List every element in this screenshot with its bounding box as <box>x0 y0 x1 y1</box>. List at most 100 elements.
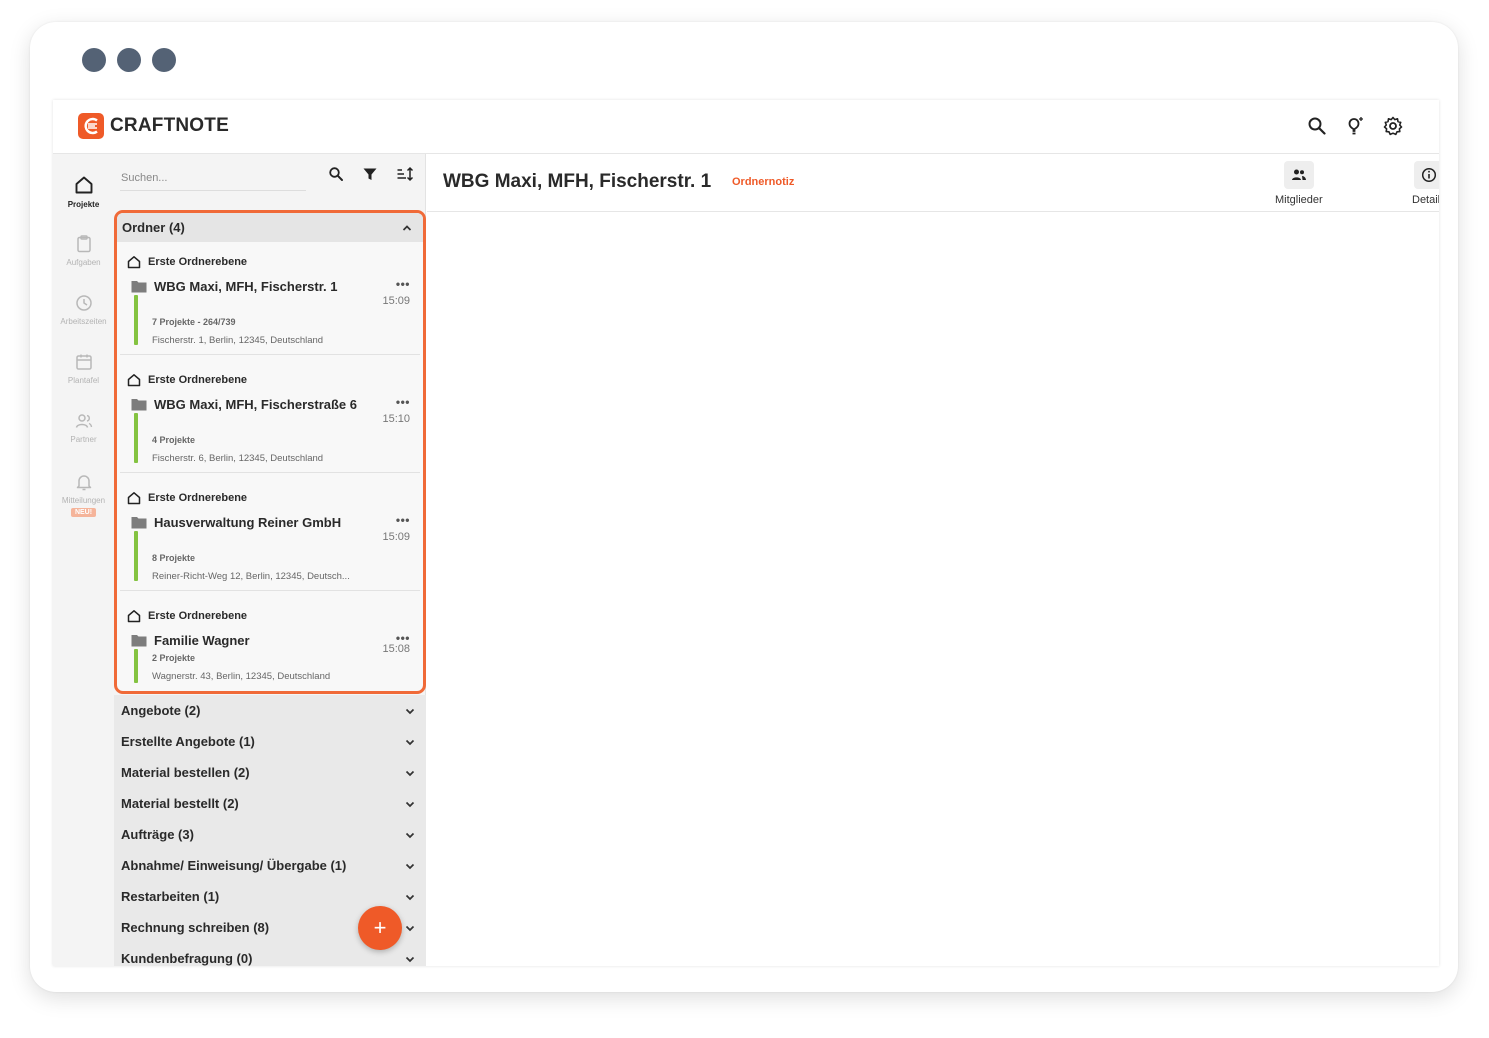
nav-arbeitszeiten[interactable]: Arbeitszeiten <box>53 293 114 326</box>
nav-aufgaben[interactable]: Aufgaben <box>53 234 114 267</box>
group-header[interactable]: Angebote (2) <box>114 695 426 726</box>
folder-name-row: Familie Wagner <box>131 633 250 648</box>
folder-name: Hausverwaltung Reiner GmbH <box>154 515 342 530</box>
add-button[interactable]: + <box>358 906 402 950</box>
members-button[interactable]: Mitglieder <box>1275 161 1323 206</box>
members-icon <box>1291 169 1306 180</box>
details-label: Details <box>1412 194 1439 206</box>
window-dot-maximize[interactable] <box>152 48 176 72</box>
chevron-down-icon <box>405 894 415 900</box>
browser-frame: CRAFTNOTE Projekte Aufgaben Arbeitszeite… <box>30 22 1458 992</box>
chevron-down-icon <box>405 863 415 869</box>
nav-label: Mitteilungen <box>61 496 106 505</box>
folder-level-label: Erste Ordnerebene <box>148 256 248 268</box>
filter-icon[interactable] <box>362 166 378 182</box>
folder-icon <box>131 635 147 647</box>
folder-note-link[interactable]: Ordnernotiz <box>732 176 794 188</box>
clipboard-icon <box>76 235 91 253</box>
more-options-icon[interactable]: ••• <box>396 277 410 291</box>
group-title: Restarbeiten (1) <box>121 889 220 904</box>
gear-icon[interactable] <box>1381 114 1405 138</box>
status-bar <box>134 413 138 463</box>
home-icon <box>127 374 141 387</box>
folder-card[interactable]: Erste Ordnerebene Hausverwaltung Reiner … <box>120 481 420 591</box>
lightbulb-icon[interactable] <box>1343 114 1367 138</box>
more-options-icon[interactable]: ••• <box>396 513 410 527</box>
folder-name: WBG Maxi, MFH, Fischerstr. 1 <box>154 279 338 294</box>
folder-level: Erste Ordnerebene <box>127 491 247 505</box>
folder-address: Reiner-Richt-Weg 12, Berlin, 12345, Deut… <box>152 571 350 582</box>
nav-partner[interactable]: Partner <box>53 411 114 444</box>
chevron-down-icon <box>405 956 415 962</box>
group-title: Kundenbefragung (0) <box>121 951 253 966</box>
new-badge: NEU! <box>70 508 97 517</box>
group-title: Material bestellt (2) <box>121 796 239 811</box>
folder-icon <box>131 517 147 529</box>
folder-name-row: WBG Maxi, MFH, Fischerstr. 1 <box>131 279 338 294</box>
chevron-down-icon <box>405 708 415 714</box>
group-title: Angebote (2) <box>121 703 201 718</box>
folder-address: Fischerstr. 6, Berlin, 12345, Deutschlan… <box>152 453 324 464</box>
app-logo[interactable]: CRAFTNOTE <box>78 113 229 139</box>
main-header: WBG Maxi, MFH, Fischerstr. 1 Ordnernotiz… <box>427 154 1439 212</box>
bell-icon <box>76 475 91 491</box>
folder-card[interactable]: Erste Ordnerebene Familie Wagner ••• 15:… <box>120 599 420 691</box>
folder-group-ordner: Ordner (4) Erste Ordnerebene WBG Maxi, M… <box>114 210 426 694</box>
nav-label: Arbeitszeiten <box>60 317 107 326</box>
window-dot-minimize[interactable] <box>117 48 141 72</box>
folder-level: Erste Ordnerebene <box>127 373 247 387</box>
group-header-ordner[interactable]: Ordner (4) <box>117 213 423 242</box>
folder-name-row: Hausverwaltung Reiner GmbH <box>131 515 341 530</box>
folder-card[interactable]: Erste Ordnerebene WBG Maxi, MFH, Fischer… <box>120 245 420 355</box>
home-icon <box>75 176 92 194</box>
search-bar: Suchen... <box>114 154 426 208</box>
group-header[interactable]: Erstellte Angebote (1) <box>114 726 426 757</box>
status-bar <box>134 649 138 683</box>
details-button[interactable]: Details <box>1412 161 1439 206</box>
window-controls <box>82 48 176 72</box>
more-options-icon[interactable]: ••• <box>396 395 410 409</box>
chevron-down-icon <box>405 739 415 745</box>
members-icon-box <box>1283 161 1314 189</box>
folder-name-row: WBG Maxi, MFH, Fischerstraße 6 <box>131 397 357 412</box>
home-icon <box>127 256 141 269</box>
folder-project-count: 2 Projekte <box>152 653 196 663</box>
folder-time: 15:08 <box>382 643 410 655</box>
search-icon[interactable] <box>1305 114 1329 138</box>
folder-name: WBG Maxi, MFH, Fischerstraße 6 <box>154 397 357 412</box>
folder-level-label: Erste Ordnerebene <box>148 610 248 622</box>
sort-icon[interactable] <box>396 166 414 182</box>
nav-label: Partner <box>70 435 97 444</box>
folder-card[interactable]: Erste Ordnerebene WBG Maxi, MFH, Fischer… <box>120 363 420 473</box>
folder-time: 15:10 <box>382 413 410 425</box>
group-header[interactable]: Material bestellen (2) <box>114 757 426 788</box>
top-bar: CRAFTNOTE <box>53 100 1439 154</box>
nav-label: Plantafel <box>67 376 100 385</box>
calendar-icon <box>75 354 92 370</box>
chevron-down-icon <box>405 801 415 807</box>
nav-label: Aufgaben <box>66 258 101 267</box>
window-dot-close[interactable] <box>82 48 106 72</box>
search-icon[interactable] <box>328 166 344 182</box>
chevron-down-icon <box>405 770 415 776</box>
group-header[interactable]: Aufträge (3) <box>114 819 426 850</box>
folder-project-count: 8 Projekte <box>152 553 196 563</box>
folder-time: 15:09 <box>382 531 410 543</box>
main-content: WBG Maxi, MFH, Fischerstr. 1 Ordnernotiz… <box>427 154 1439 966</box>
home-icon <box>127 610 141 623</box>
group-header[interactable]: Abnahme/ Einweisung/ Übergabe (1) <box>114 850 426 881</box>
nav-rail: Projekte Aufgaben Arbeitszeiten Plantafe… <box>53 154 114 966</box>
nav-projekte[interactable]: Projekte <box>53 174 114 209</box>
nav-mitteilungen[interactable]: Mitteilungen NEU! <box>53 472 114 517</box>
folder-icon <box>131 281 147 293</box>
chevron-down-icon <box>405 925 415 931</box>
nav-plantafel[interactable]: Plantafel <box>53 352 114 385</box>
folder-project-count: 7 Projekte - 264/739 <box>152 317 236 327</box>
folder-icon <box>131 399 147 411</box>
people-icon <box>75 414 92 428</box>
app-screen: CRAFTNOTE Projekte Aufgaben Arbeitszeite… <box>53 100 1439 966</box>
search-input[interactable]: Suchen... <box>121 172 167 184</box>
group-title: Erstellte Angebote (1) <box>121 734 255 749</box>
folder-address: Fischerstr. 1, Berlin, 12345, Deutschlan… <box>152 335 324 346</box>
group-header[interactable]: Material bestellt (2) <box>114 788 426 819</box>
